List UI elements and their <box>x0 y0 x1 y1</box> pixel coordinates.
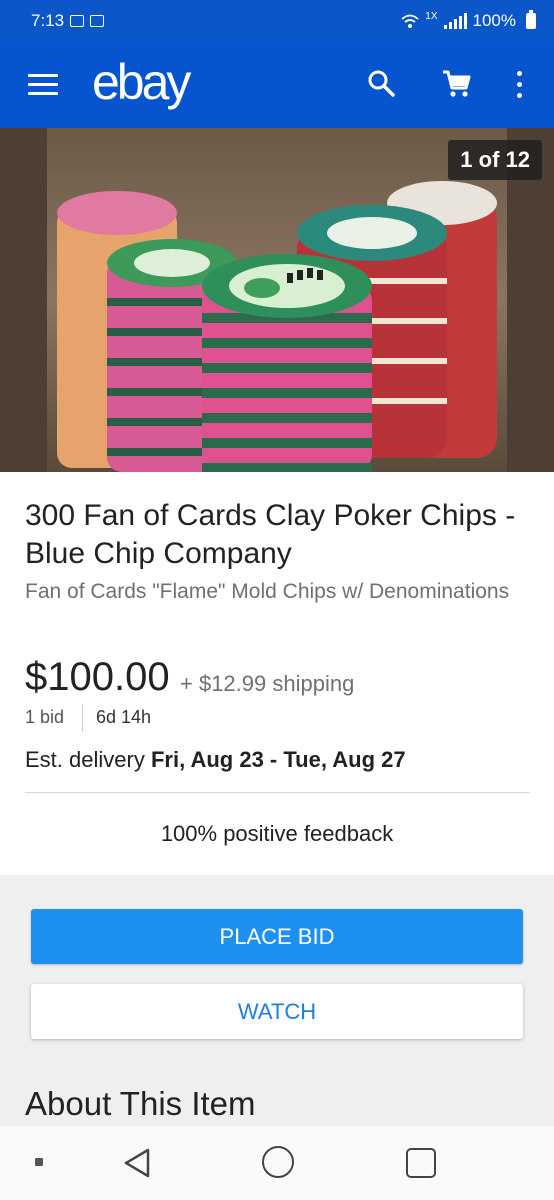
cart-icon[interactable] <box>441 69 471 99</box>
image-counter: 1 of 12 <box>448 140 542 180</box>
bid-time-divider <box>82 704 83 732</box>
seller-feedback[interactable]: 100% positive feedback <box>0 821 554 847</box>
back-icon[interactable] <box>120 1146 154 1180</box>
recent-apps-icon[interactable] <box>406 1148 436 1178</box>
divider <box>25 792 530 793</box>
nav-indicator-dot <box>35 1158 43 1166</box>
time-left: 6d 14h <box>96 707 152 727</box>
product-photo <box>47 128 507 472</box>
battery-icon <box>526 9 536 29</box>
menu-icon[interactable] <box>28 74 58 96</box>
product-image-carousel[interactable]: 1 of 12 <box>0 128 554 472</box>
status-bar: 7:13 1X 100% <box>0 0 554 41</box>
more-options-icon[interactable] <box>512 71 526 101</box>
delivery-dates: Fri, Aug 23 - Tue, Aug 27 <box>150 747 406 772</box>
system-nav-bar <box>0 1126 554 1200</box>
wifi-icon <box>401 14 419 28</box>
status-time: 7:13 <box>31 10 65 30</box>
bid-count[interactable]: 1 bid <box>25 707 64 728</box>
image-notification-icon <box>70 14 85 27</box>
listing-title: 300 Fan of Cards Clay Poker Chips - Blue… <box>25 499 516 570</box>
app-bar: ebay <box>0 41 554 128</box>
listing-details: 300 Fan of Cards Clay Poker Chips - Blue… <box>0 472 554 875</box>
battery-percent: 100% <box>472 10 516 30</box>
estimated-delivery: Est. delivery Fri, Aug 23 - Tue, Aug 27 <box>25 747 406 773</box>
shipping-cost: + $12.99 shipping <box>180 671 355 696</box>
network-type-label: 1X <box>425 11 438 22</box>
current-price: $100.00 <box>25 655 170 699</box>
home-icon[interactable] <box>262 1146 294 1178</box>
about-this-item-heading: About This Item <box>25 1085 256 1122</box>
listing-subtitle: Fan of Cards "Flame" Mold Chips w/ Denom… <box>25 580 510 603</box>
ebay-logo[interactable]: ebay <box>92 53 191 111</box>
watch-button[interactable]: WATCH <box>31 984 523 1039</box>
signal-icon <box>443 12 467 29</box>
calendar-notification-icon <box>90 14 105 27</box>
place-bid-button[interactable]: PLACE BID <box>31 909 523 964</box>
delivery-label: Est. delivery <box>25 747 145 772</box>
search-icon[interactable] <box>367 69 395 97</box>
